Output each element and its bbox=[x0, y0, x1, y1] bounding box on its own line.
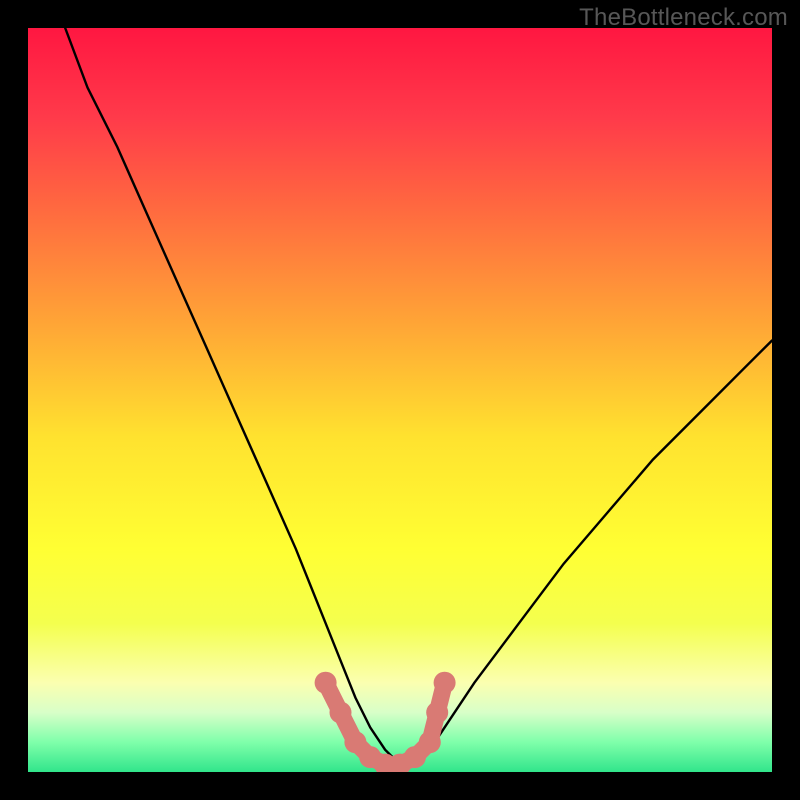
gradient-background bbox=[28, 28, 772, 772]
chart-frame: TheBottleneck.com bbox=[0, 0, 800, 800]
valley-dot bbox=[426, 702, 448, 724]
valley-dot bbox=[315, 672, 337, 694]
chart-svg bbox=[28, 28, 772, 772]
valley-dot bbox=[419, 731, 441, 753]
valley-dot bbox=[434, 672, 456, 694]
watermark-label: TheBottleneck.com bbox=[579, 4, 788, 32]
valley-dot bbox=[330, 702, 352, 724]
plot-area bbox=[28, 28, 772, 772]
